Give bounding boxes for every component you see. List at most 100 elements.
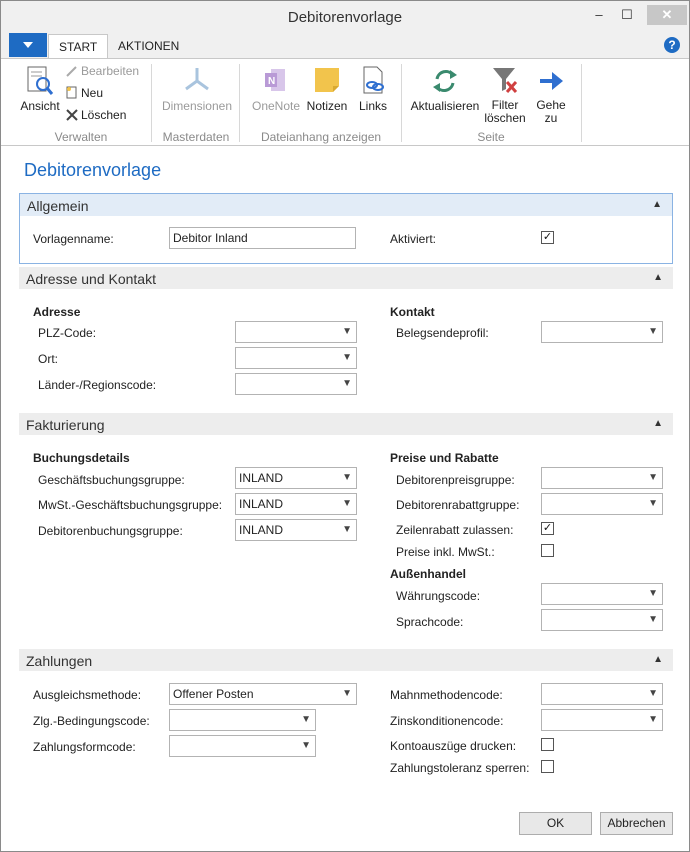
ansicht-button[interactable]: Ansicht <box>18 65 62 113</box>
konto-checkbox[interactable] <box>541 738 554 751</box>
maximize-button[interactable]: ☐ <box>617 5 637 25</box>
chevron-down-icon: ▼ <box>342 524 352 535</box>
aktualisieren-button[interactable]: Aktualisieren <box>409 65 481 113</box>
kontakt-subheading: Kontakt <box>390 305 435 319</box>
chevron-down-icon: ▼ <box>301 740 311 751</box>
gesch-select[interactable]: INLAND ▼ <box>235 467 357 489</box>
sprach-select[interactable]: ▼ <box>541 609 663 631</box>
gehe-label-2: zu <box>544 111 558 125</box>
zeilen-checkbox[interactable]: ✓ <box>541 522 554 535</box>
mwst-select[interactable]: INLAND ▼ <box>235 493 357 515</box>
minimize-button[interactable]: – <box>589 5 609 25</box>
neu-label: Neu <box>81 86 104 100</box>
section-header-zahlungen[interactable]: Zahlungen ▲ <box>19 649 673 671</box>
chevron-up-icon: ▲ <box>653 272 663 283</box>
group-label-seite: Seite <box>477 130 505 144</box>
waehrung-label: Währungscode: <box>396 589 481 603</box>
ort-select[interactable]: ▼ <box>235 347 357 369</box>
notizen-button[interactable]: Notizen <box>303 65 351 113</box>
inkl-checkbox[interactable] <box>541 544 554 557</box>
filter-loeschen-button[interactable]: Filter löschen <box>484 65 526 125</box>
cancel-button[interactable]: Abbrechen <box>600 812 673 835</box>
plz-label: PLZ-Code: <box>38 326 97 340</box>
new-document-icon <box>66 86 77 99</box>
link-icon <box>363 66 384 94</box>
waehrung-select[interactable]: ▼ <box>541 583 663 605</box>
gehe-zu-button[interactable]: Gehe zu <box>532 65 570 125</box>
svg-text:N: N <box>268 76 275 87</box>
konto-label: Kontoauszüge drucken: <box>390 739 517 753</box>
ausgleich-select[interactable]: Offener Posten ▼ <box>169 683 357 705</box>
chevron-down-icon: ▼ <box>342 688 352 699</box>
chevron-down-icon <box>23 42 33 48</box>
dimensions-icon <box>185 68 209 91</box>
tab-start[interactable]: START <box>48 34 109 58</box>
chevron-down-icon: ▼ <box>342 352 352 363</box>
links-button[interactable]: Links <box>353 65 393 113</box>
adresse-subheading: Adresse <box>33 305 81 319</box>
ausgleich-label: Ausgleichsmethode: <box>33 688 142 702</box>
onenote-button[interactable]: N OneNote <box>249 65 303 113</box>
filter-label-2: löschen <box>484 111 526 125</box>
chevron-down-icon: ▼ <box>648 714 658 725</box>
form-label: Zahlungsformcode: <box>33 740 136 754</box>
tab-aktionen[interactable]: AKTIONEN <box>108 34 189 58</box>
group-label-masterdaten: Masterdaten <box>162 130 230 144</box>
deb-select[interactable]: INLAND ▼ <box>235 519 357 541</box>
plz-select[interactable]: ▼ <box>235 321 357 343</box>
preisgr-select[interactable]: ▼ <box>541 467 663 489</box>
ribbon-separator <box>401 64 402 142</box>
chevron-down-icon: ▼ <box>342 498 352 509</box>
chevron-down-icon: ▼ <box>342 326 352 337</box>
land-select[interactable]: ▼ <box>235 373 357 395</box>
rabatt-select[interactable]: ▼ <box>541 493 663 515</box>
mahn-select[interactable]: ▼ <box>541 683 663 705</box>
app-menu-button[interactable] <box>9 33 47 57</box>
refresh-icon <box>433 70 457 92</box>
chevron-down-icon: ▼ <box>342 378 352 389</box>
zins-label: Zinskonditionencode: <box>390 714 504 728</box>
links-label: Links <box>358 99 387 113</box>
zins-select[interactable]: ▼ <box>541 709 663 731</box>
page-title: Debitorenvorlage <box>24 160 162 180</box>
toleranz-checkbox[interactable] <box>541 760 554 773</box>
vorlagenname-label: Vorlagenname: <box>33 232 114 246</box>
preise-subheading: Preise und Rabatte <box>390 451 499 465</box>
view-icon <box>27 66 54 95</box>
chevron-up-icon: ▲ <box>653 654 663 665</box>
pencil-icon <box>66 66 77 77</box>
zeilen-label: Zeilenrabatt zulassen: <box>396 523 514 537</box>
onenote-icon: N <box>265 69 285 91</box>
bearbeiten-label: Bearbeiten <box>81 64 140 78</box>
ok-button[interactable]: OK <box>519 812 592 835</box>
belegsende-select[interactable]: ▼ <box>541 321 663 343</box>
loeschen-button[interactable]: Löschen <box>66 108 126 122</box>
aktiviert-checkbox[interactable]: ✓ <box>541 231 554 244</box>
section-title: Adresse und Kontakt <box>26 271 156 287</box>
preisgr-label: Debitorenpreisgruppe: <box>396 473 515 487</box>
aussenhandel-subheading: Außenhandel <box>390 567 467 581</box>
rabatt-label: Debitorenrabattgruppe: <box>396 498 520 512</box>
aktualisieren-label: Aktualisieren <box>410 99 480 113</box>
section-title: Fakturierung <box>26 417 105 433</box>
ribbon-separator <box>581 64 582 142</box>
toleranz-label: Zahlungstoleranz sperren: <box>390 761 530 775</box>
neu-button[interactable]: Neu <box>66 86 103 100</box>
dimensionen-label: Dimensionen <box>161 99 233 113</box>
delete-icon <box>66 109 78 121</box>
form-select[interactable]: ▼ <box>169 735 316 757</box>
section-header-adresse[interactable]: Adresse und Kontakt ▲ <box>19 267 673 289</box>
chevron-up-icon: ▲ <box>652 199 662 210</box>
section-header-fakturierung[interactable]: Fakturierung ▲ <box>19 413 673 435</box>
close-button[interactable]: ✕ <box>647 5 687 25</box>
dimensionen-button[interactable]: Dimensionen <box>159 65 235 113</box>
chevron-down-icon: ▼ <box>648 614 658 625</box>
vorlagenname-input[interactable]: Debitor Inland <box>169 227 356 249</box>
bearbeiten-button[interactable]: Bearbeiten <box>66 64 139 78</box>
deb-value: INLAND <box>239 523 284 537</box>
zlg-select[interactable]: ▼ <box>169 709 316 731</box>
section-header-allgemein[interactable]: Allgemein ▲ <box>20 194 672 216</box>
help-icon[interactable]: ? <box>664 37 680 53</box>
aktiviert-label: Aktiviert: <box>390 232 437 246</box>
deb-label: Debitorenbuchungsgruppe: <box>38 524 183 538</box>
